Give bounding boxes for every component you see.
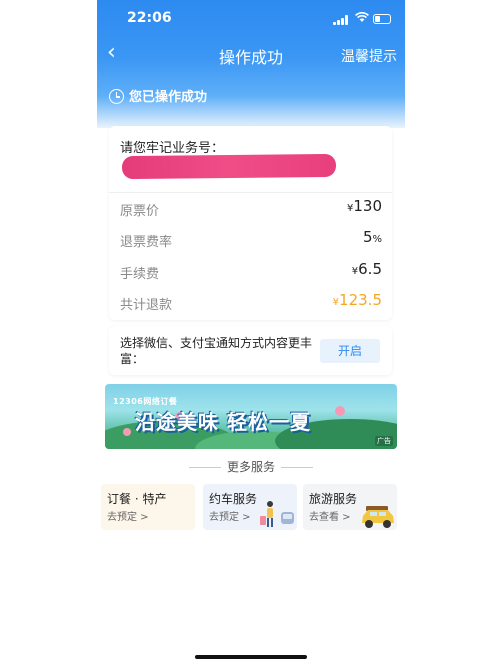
ad-tag: 广告 — [375, 436, 393, 446]
service-subtitle: 去预定 > — [107, 512, 149, 523]
service-travel[interactable]: 旅游服务 去查看 > — [303, 484, 397, 530]
row-label: 共计退款 — [120, 298, 173, 313]
nav-bar: ‹ 操作成功 温馨提示 — [97, 38, 405, 72]
business-number-label: 请您牢记业务号： — [120, 141, 225, 156]
promo-banner[interactable]: 12306网络订餐 沿途美味 轻松一夏 广告 — [105, 384, 397, 449]
service-title: 订餐 · 特产 — [107, 492, 167, 506]
more-services-header: 更多服务 — [97, 458, 405, 475]
status-time: 22:06 — [127, 10, 172, 26]
signal-icon — [333, 15, 349, 25]
redaction-mark — [121, 153, 337, 180]
banner-flower — [123, 428, 131, 436]
service-subtitle: 去查看 > — [309, 512, 351, 523]
row-value: ¥6.5 — [351, 260, 382, 278]
row-value: ¥123.5 — [332, 291, 382, 309]
success-text: 您已操作成功 — [129, 90, 208, 105]
enable-notification-button[interactable]: 开启 — [320, 339, 380, 363]
banner-slogan: 沿途美味 轻松一夏 — [135, 410, 311, 434]
success-message: 您已操作成功 — [109, 86, 207, 105]
divider-line — [188, 467, 221, 468]
service-car-booking[interactable]: 约车服务 去预定 > — [203, 484, 297, 530]
row-label: 手续费 — [120, 267, 160, 282]
status-bar: 22:06 — [97, 0, 405, 38]
divider — [109, 192, 392, 193]
row-label: 原票价 — [120, 204, 160, 219]
row-fee-rate: 退票费率 5% — [120, 228, 382, 250]
row-value: 5% — [362, 228, 382, 246]
service-subtitle: 去预定 > — [209, 512, 251, 523]
row-total-refund: 共计退款 ¥123.5 — [120, 291, 382, 313]
phone-screen: 22:06 ‹ 操作成功 温馨提示 您已操作成功 请您牢记业务号： 原票价 ¥1… — [97, 0, 405, 667]
row-original-price: 原票价 ¥130 — [120, 197, 382, 219]
row-label: 退票费率 — [120, 235, 173, 250]
notification-card: 选择微信、支付宝通知方式内容更丰富： 开启 — [109, 326, 392, 375]
home-indicator[interactable] — [195, 655, 307, 659]
header-background: 22:06 ‹ 操作成功 温馨提示 您已操作成功 — [97, 0, 405, 128]
order-card: 请您牢记业务号： 原票价 ¥130 退票费率 5% 手续费 ¥6.5 共计退款 … — [109, 126, 392, 320]
battery-icon — [373, 14, 391, 24]
banner-flower — [335, 406, 345, 416]
row-handling-fee: 手续费 ¥6.5 — [120, 260, 382, 282]
service-meal-order[interactable]: 订餐 · 特产 去预定 > — [101, 484, 195, 530]
clock-icon — [109, 89, 124, 104]
traveler-icon — [260, 501, 294, 527]
notification-text: 选择微信、支付宝通知方式内容更丰富： — [120, 336, 313, 366]
divider-line — [281, 467, 313, 468]
row-value: ¥130 — [346, 197, 382, 215]
tips-link[interactable]: 温馨提示 — [341, 46, 397, 66]
service-title: 约车服务 — [209, 492, 258, 506]
car-icon — [362, 506, 394, 528]
more-services-title: 更多服务 — [226, 460, 275, 474]
service-title: 旅游服务 — [309, 492, 358, 506]
wifi-icon — [355, 12, 369, 26]
